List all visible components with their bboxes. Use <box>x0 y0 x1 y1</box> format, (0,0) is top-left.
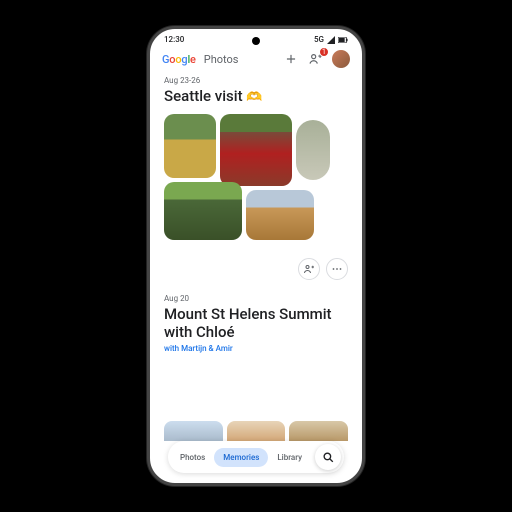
app-name: Photos <box>204 53 239 66</box>
memory-with: with Martijn & Amir <box>164 344 348 353</box>
clock: 12:30 <box>164 35 184 44</box>
peek-photo-1[interactable] <box>164 421 223 441</box>
nav-library[interactable]: Library <box>268 448 311 467</box>
notification-badge: 1 <box>319 47 329 57</box>
peek-thumbnails <box>164 421 348 441</box>
phone-frame: 12:30 5G Google Photos 1 Aug 23-26 <box>147 26 365 486</box>
photo-collage <box>164 114 348 252</box>
memory-seattle[interactable]: Aug 23-26 Seattle visit 🫶 <box>164 76 348 280</box>
peek-photo-3[interactable] <box>289 421 348 441</box>
signal-icon <box>327 36 335 44</box>
front-camera <box>252 37 260 45</box>
memory-date: Aug 20 <box>164 294 348 303</box>
google-logo: Google <box>162 53 196 66</box>
memory-title: Mount St Helens Summit with Chloé <box>164 305 348 341</box>
memory-date: Aug 23-26 <box>164 76 348 85</box>
account-avatar[interactable] <box>332 50 350 68</box>
memory-mtsthelen[interactable]: Aug 20 Mount St Helens Summit with Chloé… <box>164 294 348 353</box>
peek-photo-2[interactable] <box>227 421 286 441</box>
memory-title: Seattle visit 🫶 <box>164 87 348 106</box>
add-people-button[interactable] <box>298 258 320 280</box>
nav-photos[interactable]: Photos <box>171 448 214 467</box>
collage-photo-5[interactable] <box>246 190 314 240</box>
collage-photo-3[interactable] <box>296 120 330 180</box>
bottom-nav: Photos Memories Library <box>168 441 344 473</box>
nav-memories[interactable]: Memories <box>214 448 268 467</box>
app-bar: Google Photos 1 <box>150 46 362 74</box>
search-button[interactable] <box>315 444 341 470</box>
collage-photo-4[interactable] <box>164 182 242 240</box>
add-button[interactable] <box>282 50 300 68</box>
battery-icon <box>338 37 348 43</box>
main-content: Aug 23-26 Seattle visit 🫶 <box>150 76 362 353</box>
memory-actions <box>164 258 348 280</box>
collage-photo-2[interactable] <box>220 114 292 186</box>
heart-hands-emoji: 🫶 <box>246 90 262 105</box>
sharing-button[interactable]: 1 <box>306 50 326 68</box>
collage-photo-1[interactable] <box>164 114 216 178</box>
memory-title-text: Seattle visit <box>164 87 243 105</box>
network-label: 5G <box>314 35 324 44</box>
more-options-button[interactable] <box>326 258 348 280</box>
